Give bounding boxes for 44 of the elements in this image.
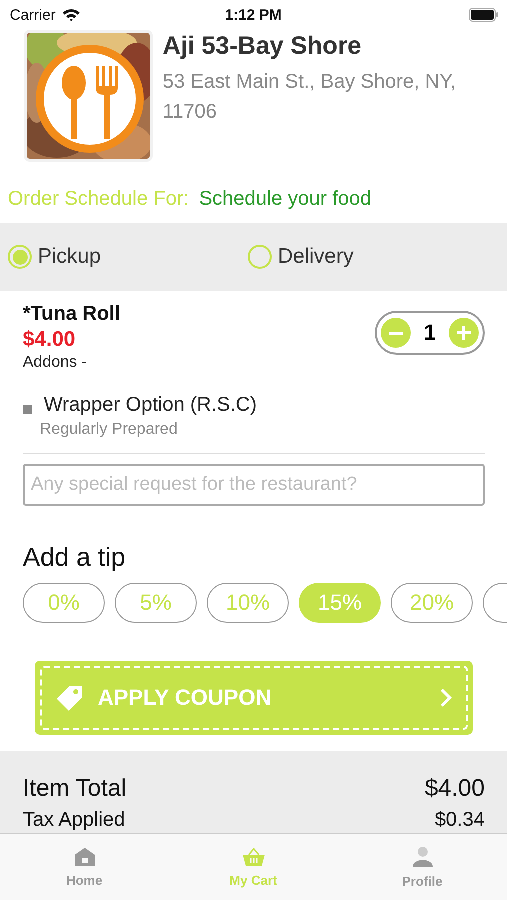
radio-button[interactable] <box>248 245 272 269</box>
restaurant-name: Aji 53-Bay Shore <box>162 32 363 61</box>
summary-label: Item Total <box>23 775 127 803</box>
addon-name: Wrapper Option (R.S.C) <box>44 394 258 417</box>
battery-icon <box>469 8 499 22</box>
plus-icon <box>457 326 471 340</box>
quantity-value: 1 <box>424 320 436 346</box>
item-price: $4.00 <box>23 328 77 352</box>
carrier-label: Carrier <box>10 6 56 24</box>
summary-value: $0.34 <box>434 809 485 832</box>
status-time: 1:12 PM <box>224 6 283 24</box>
tag-icon <box>56 684 84 712</box>
tip-title: Add a tip <box>22 541 127 573</box>
minus-button[interactable] <box>381 318 411 348</box>
addon-detail: Regularly Prepared <box>40 421 179 439</box>
schedule-label: Order Schedule For: <box>8 188 190 210</box>
tip-option[interactable]: 15% <box>299 583 381 623</box>
basket-icon <box>242 846 266 866</box>
tip-option[interactable]: 5% <box>115 583 197 623</box>
order-type-label[interactable]: Delivery <box>278 245 354 269</box>
tip-option[interactable]: 10% <box>207 583 289 623</box>
chevron-right-icon <box>440 688 452 708</box>
schedule-link[interactable]: Schedule your food <box>199 188 372 210</box>
utensils-logo-icon <box>34 43 146 155</box>
summary-label: Tax Applied <box>23 809 126 832</box>
restaurant-address: 53 East Main St., Bay Shore, NY, 11706 <box>162 70 458 125</box>
tab-bar-item[interactable]: My Cart <box>169 834 338 900</box>
tip-option[interactable]: 0% <box>23 583 105 623</box>
person-icon <box>412 846 434 868</box>
tab-bar-item[interactable]: Home <box>0 834 169 900</box>
apply-coupon-button[interactable]: APPLY COUPON <box>35 661 473 735</box>
radio-button[interactable] <box>8 245 32 269</box>
bullet-icon <box>23 405 32 414</box>
summary-value: $4.00 <box>424 775 485 803</box>
wifi-icon <box>62 8 81 22</box>
item-name: *Tuna Roll <box>23 303 120 326</box>
home-icon <box>74 846 96 866</box>
special-request-field[interactable]: Any special request for the restaurant? <box>23 464 485 506</box>
plus-button[interactable] <box>449 318 479 348</box>
order-type-label[interactable]: Pickup <box>38 245 102 269</box>
tab-bar-item[interactable]: Profile <box>338 834 507 900</box>
minus-icon <box>389 332 403 334</box>
tip-option[interactable]: 20% <box>391 583 473 623</box>
addons-label: Addons - <box>23 354 88 372</box>
